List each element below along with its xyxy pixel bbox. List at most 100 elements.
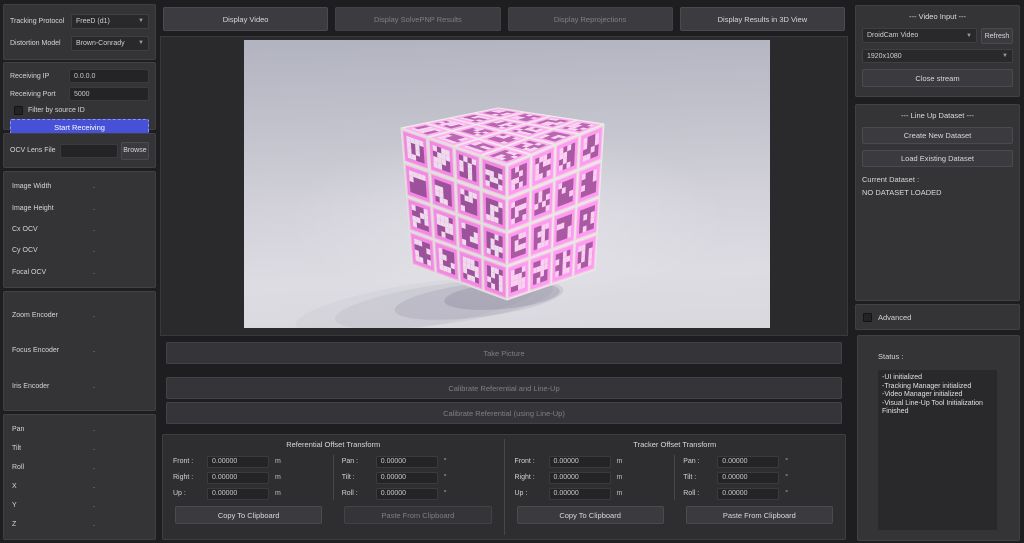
status-log[interactable]: -UI initialized -Tracking Manager initia… xyxy=(878,370,997,530)
status-line: -UI initialized xyxy=(882,374,993,383)
unit-label: m xyxy=(275,490,281,497)
front-label: Front : xyxy=(515,458,549,465)
chevron-down-icon: ▼ xyxy=(138,40,144,46)
filter-source-checkbox[interactable] xyxy=(14,106,23,115)
tracker-copy-clipboard-button[interactable]: Copy To Clipboard xyxy=(517,506,664,524)
intrinsics-group: Image Width. Image Height. Cx OCV. Cy OC… xyxy=(3,171,156,288)
load-existing-dataset-button[interactable]: Load Existing Dataset xyxy=(862,150,1013,167)
status-line: -Visual Line-Up Tool Initialization Fini… xyxy=(882,400,993,417)
iris-encoder-value: . xyxy=(93,383,95,390)
pan-offset-input[interactable]: 0.00000 xyxy=(376,456,438,468)
cy-ocv-label: Cy OCV xyxy=(12,247,38,254)
filter-source-label: Filter by source ID xyxy=(28,107,85,114)
lineup-dataset-group: --- Line Up Dataset --- Create New Datas… xyxy=(855,104,1020,301)
tracker-paste-clipboard-button[interactable]: Paste From Clipboard xyxy=(686,506,833,524)
protocol-group: Tracking Protocol FreeD (d1) ▼ Distortio… xyxy=(3,4,156,60)
display-mode-toolbar: Display Video Display SolvePNP Results D… xyxy=(163,7,845,31)
y-value: . xyxy=(93,502,95,509)
zoom-encoder-value: . xyxy=(93,312,95,319)
status-line: -Tracking Manager initialized xyxy=(882,383,993,392)
pose-row: Pan. xyxy=(4,424,155,436)
unit-label: m xyxy=(617,490,623,497)
pose-row: X. xyxy=(4,481,155,493)
roll-offset-label: Roll : xyxy=(683,490,717,497)
y-label: Y xyxy=(12,502,17,509)
close-stream-button[interactable]: Close stream xyxy=(862,69,1013,87)
video-device-select[interactable]: DroidCam Video ▼ xyxy=(862,28,977,43)
roll-offset-input[interactable]: 0.00000 xyxy=(376,488,438,500)
video-feed xyxy=(244,40,770,328)
encoders-group: Zoom Encoder. Focus Encoder. Iris Encode… xyxy=(3,291,156,411)
status-group: Status : -UI initialized -Tracking Manag… xyxy=(857,335,1020,541)
create-new-dataset-button[interactable]: Create New Dataset xyxy=(862,127,1013,144)
ocv-lens-file-input[interactable] xyxy=(60,144,118,158)
roll-value: . xyxy=(93,464,95,471)
pose-row: Tilt. xyxy=(4,443,155,455)
display-3d-view-button[interactable]: Display Results in 3D View xyxy=(680,7,845,31)
info-row: Image Width. xyxy=(4,181,155,193)
receiving-port-label: Receiving Port xyxy=(10,91,56,98)
unit-label: m xyxy=(275,474,281,481)
referential-offset-group: Referential Offset Transform Front :0.00… xyxy=(163,435,504,539)
up-input[interactable]: 0.00000 xyxy=(207,488,269,500)
unit-label: ° xyxy=(444,458,447,465)
unit-label: m xyxy=(617,474,623,481)
image-height-label: Image Height xyxy=(12,205,54,212)
receiving-port-input[interactable]: 5000 xyxy=(69,87,149,101)
right-label: Right : xyxy=(515,474,549,481)
front-input[interactable]: 0.00000 xyxy=(207,456,269,468)
current-dataset-label: Current Dataset : xyxy=(862,175,1013,184)
focus-encoder-value: . xyxy=(93,347,95,354)
tracker-pan-input[interactable]: 0.00000 xyxy=(717,456,779,468)
receiving-ip-label: Receiving IP xyxy=(10,73,49,80)
video-input-group: --- Video Input --- DroidCam Video ▼ Ref… xyxy=(855,5,1020,97)
take-picture-button[interactable]: Take Picture xyxy=(166,342,842,364)
browse-button[interactable]: Browse xyxy=(121,142,149,160)
referential-copy-clipboard-button[interactable]: Copy To Clipboard xyxy=(175,506,322,524)
tilt-offset-input[interactable]: 0.00000 xyxy=(376,472,438,484)
advanced-checkbox[interactable] xyxy=(863,313,872,322)
referential-paste-clipboard-button[interactable]: Paste From Clipboard xyxy=(344,506,491,524)
z-value: . xyxy=(93,521,95,528)
pose-row: Y. xyxy=(4,500,155,512)
tracker-front-input[interactable]: 0.00000 xyxy=(549,456,611,468)
front-label: Front : xyxy=(173,458,207,465)
iris-encoder-label: Iris Encoder xyxy=(12,383,49,390)
pose-row: Z. xyxy=(4,519,155,531)
lineup-dataset-title: --- Line Up Dataset --- xyxy=(856,111,1019,120)
focus-encoder-label: Focus Encoder xyxy=(12,347,59,354)
receiving-ip-value: 0.0.0.0 xyxy=(74,73,95,80)
up-label: Up : xyxy=(515,490,549,497)
right-input[interactable]: 0.00000 xyxy=(207,472,269,484)
tilt-offset-label: Tilt : xyxy=(683,474,717,481)
calibrate-referential-lineup-button[interactable]: Calibrate Referential and Line-Up xyxy=(166,377,842,399)
x-value: . xyxy=(93,483,95,490)
resolution-select[interactable]: 1920x1080 ▼ xyxy=(862,49,1013,63)
start-receiving-label: Start Receiving xyxy=(54,123,105,132)
display-video-button[interactable]: Display Video xyxy=(163,7,328,31)
cy-ocv-value: . xyxy=(93,247,95,254)
tracker-roll-input[interactable]: 0.00000 xyxy=(717,488,779,500)
receiving-ip-input[interactable]: 0.0.0.0 xyxy=(69,69,149,83)
tracking-protocol-select[interactable]: FreeD (d1) ▼ xyxy=(71,14,149,29)
display-solvepnp-button[interactable]: Display SolvePNP Results xyxy=(335,7,500,31)
chevron-down-icon: ▼ xyxy=(966,33,972,39)
roll-offset-label: Roll : xyxy=(342,490,376,497)
column-divider xyxy=(333,455,334,500)
display-reprojections-button[interactable]: Display Reprojections xyxy=(508,7,673,31)
tracker-right-input[interactable]: 0.00000 xyxy=(549,472,611,484)
tracker-up-input[interactable]: 0.00000 xyxy=(549,488,611,500)
video-input-title: --- Video Input --- xyxy=(856,12,1019,21)
calibrate-referential-using-lineup-button[interactable]: Calibrate Referential (using Line-Up) xyxy=(166,402,842,424)
tilt-offset-label: Tilt : xyxy=(342,474,376,481)
info-row: Image Height. xyxy=(4,202,155,214)
focal-ocv-label: Focal OCV xyxy=(12,269,46,276)
tracker-tilt-input[interactable]: 0.00000 xyxy=(717,472,779,484)
focal-ocv-value: . xyxy=(93,269,95,276)
tracker-offset-title: Tracker Offset Transform xyxy=(515,440,836,449)
advanced-label: Advanced xyxy=(878,313,911,322)
distortion-model-select[interactable]: Brown-Conrady ▼ xyxy=(71,36,149,51)
cx-ocv-value: . xyxy=(93,226,95,233)
refresh-button[interactable]: Refresh xyxy=(981,28,1013,44)
image-width-value: . xyxy=(93,183,95,190)
